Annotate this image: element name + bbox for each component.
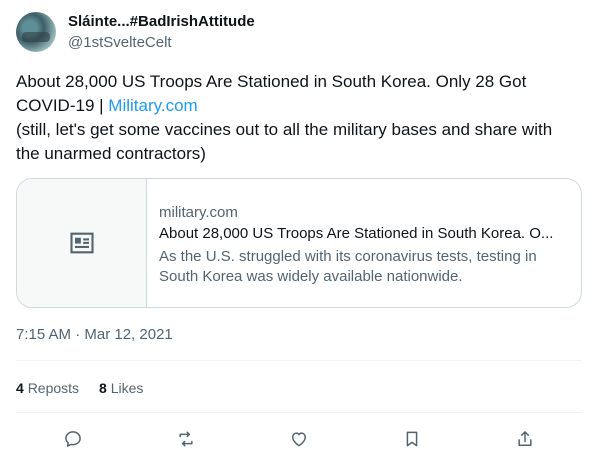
likes-stat[interactable]: 8 Likes [99, 380, 143, 396]
repost-icon [179, 431, 193, 447]
reposts-stat[interactable]: 4 Reposts [16, 380, 79, 396]
like-icon [292, 432, 306, 447]
news-article-icon [69, 232, 94, 254]
card-domain: military.com [159, 204, 238, 221]
likes-label: Likes [110, 380, 144, 396]
tweet-line-4: the unarmed contractors) [16, 144, 206, 163]
reply-button[interactable] [62, 428, 84, 450]
repost-button[interactable] [175, 428, 197, 450]
card-description: As the U.S. struggled with its coronavir… [159, 248, 537, 285]
card-thumbnail [17, 179, 147, 307]
bookmark-button[interactable] [401, 428, 423, 450]
tweet-line-3: (still, let's get some vaccines out to a… [16, 120, 553, 139]
reposts-count: 4 [16, 380, 24, 396]
divider [16, 412, 582, 413]
likes-count: 8 [99, 380, 107, 396]
author-display-name[interactable]: Sláinte...#BadIrishAttitude [68, 13, 255, 30]
like-button[interactable] [288, 428, 310, 450]
bookmark-icon [406, 431, 418, 447]
share-icon [518, 431, 532, 446]
avatar[interactable] [16, 12, 56, 52]
engagement-stats: 4 Reposts 8 Likes [16, 380, 143, 396]
tweet-line-2-text: COVID-19 | [16, 96, 109, 115]
reply-icon [65, 431, 81, 447]
action-bar [16, 428, 582, 450]
tweet-text: About 28,000 US Troops Are Stationed in … [16, 70, 582, 166]
share-button[interactable] [514, 428, 536, 450]
card-title: About 28,000 US Troops Are Stationed in … [159, 225, 554, 242]
tweet-line-1: About 28,000 US Troops Are Stationed in … [16, 72, 527, 91]
author-handle[interactable]: @1stSvelteCelt [68, 34, 172, 51]
tweet-line-2: COVID-19 | Military.com [16, 94, 582, 118]
reposts-label: Reposts [27, 380, 80, 396]
tweet-link[interactable]: Military.com [108, 96, 197, 115]
card-body: military.com About 28,000 US Troops Are … [147, 179, 581, 307]
divider [16, 360, 582, 361]
link-preview-card[interactable]: military.com About 28,000 US Troops Are … [16, 178, 582, 308]
tweet-timestamp[interactable]: 7:15 AM · Mar 12, 2021 [16, 326, 173, 343]
